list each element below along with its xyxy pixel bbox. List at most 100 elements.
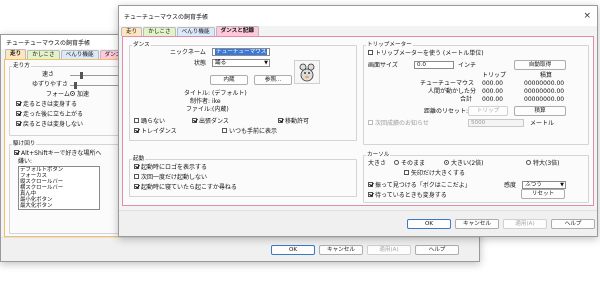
browse-button[interactable]: 参照... <box>254 75 292 85</box>
form-radio-accel-label: 加速 <box>77 91 90 98</box>
running-group: 走り方 速さ ゆずりやすさ フォーム 加速 走るときは変身する 走った後に立ち上… <box>9 63 121 136</box>
standup-check[interactable]: 走った後に立ち上がる <box>16 111 83 118</box>
front-window-title: チューチューマウスの飼育手帳 <box>119 6 597 26</box>
state-label: 状態 <box>194 60 207 67</box>
arrow-only-check[interactable]: 矢印だけ大きくする <box>404 170 465 177</box>
ok-button[interactable]: OK <box>407 219 451 229</box>
back-ok-button[interactable]: OK <box>271 245 315 255</box>
dislike-listbox[interactable]: デフォルトボタン フォーカス 縦スクロールバー 横スクロールバー 真ん中 最小化… <box>18 166 100 210</box>
dance-title-label: タイトル: <box>184 90 211 97</box>
front-tab-strip: 走り かしこさ べんり機能 ダンスと記録 <box>119 26 597 36</box>
size-xlarge-label: 特大(3倍) <box>533 160 560 167</box>
auto-detect-button[interactable]: 自動取得 <box>514 60 566 70</box>
nickname-value: チューチューマウス <box>215 49 268 55</box>
row-sum-trip: 000.00 <box>482 96 503 103</box>
no-dance-check[interactable]: 踊らない <box>134 118 165 125</box>
form-radio-accel[interactable]: 加速 <box>70 91 89 98</box>
running-group-title: 走り方 <box>12 63 31 70</box>
dance-title-value: (デフォルト) <box>212 90 247 97</box>
row-sum-label: 合計 <box>460 96 473 103</box>
tab-utility[interactable]: べんり機能 <box>176 27 215 36</box>
skip-next-check[interactable]: 次回一度だけ起動しない <box>134 174 207 181</box>
no-dance-label: 踊らない <box>141 118 166 125</box>
nickname-input[interactable]: チューチューマウス <box>212 48 270 56</box>
back-tab-smart[interactable]: かしこさ <box>27 50 60 59</box>
tray-dance-check[interactable]: トレイダンス <box>134 128 177 135</box>
run-transform-label: 走るときは変身する <box>23 101 78 108</box>
sensitivity-select[interactable]: ふつう ▼ <box>522 181 566 189</box>
drill-group-title: 駆け回り <box>12 141 37 148</box>
help-button[interactable]: ヘルプ <box>551 219 595 229</box>
reset-trip-button[interactable]: トリップ <box>468 106 508 116</box>
mouse-mascot-icon <box>294 60 320 84</box>
startup-group-title: 起動 <box>132 156 146 163</box>
author-label: 制作者: <box>190 98 211 105</box>
screen-size-input[interactable]: 0.0 <box>414 61 454 69</box>
drill-group: 駆け回り Alt+Shiftキーで好きな場所へ 嫌い: デフォルトボタン フォー… <box>9 141 121 234</box>
wait-transform-label: 待っているときも変身する <box>375 192 447 199</box>
reset-button[interactable]: リセット <box>521 189 565 199</box>
reset-label: 距離のリセット: <box>424 108 469 115</box>
tab-dance-record[interactable]: ダンスと記録 <box>215 26 260 36</box>
speed-slider[interactable] <box>70 72 120 79</box>
dance-group: ダンス ニックネーム チューチューマウス 状態 踊る ▼ 内蔵 参照... タイト… <box>129 42 357 141</box>
wait-transform-check[interactable]: 待っているときも変身する <box>368 192 447 199</box>
startup-group: 起動 起動時にロゴを表示する 次回一度だけ起動しない 起動時に寝ていたら起こすか… <box>129 156 357 197</box>
close-icon[interactable]: × <box>583 11 591 21</box>
size-radio-xlarge[interactable]: 特大(3倍) <box>526 160 560 167</box>
notify-input[interactable]: 5000 <box>468 119 524 127</box>
show-logo-check[interactable]: 起動時にロゴを表示する <box>134 164 207 171</box>
back-help-button[interactable]: ヘルプ <box>415 245 459 255</box>
shake-find-check[interactable]: 振って見つける「ボクはここだよ」 <box>368 182 471 189</box>
back-tab-run[interactable]: 走り <box>5 49 27 59</box>
run-transform-check[interactable]: 走るときは変身する <box>16 101 77 108</box>
allow-move-label: 移動許可 <box>285 118 310 125</box>
remote-dance-check[interactable]: 出張ダンス <box>192 118 229 125</box>
use-tripmeter-check[interactable]: トリップメーターを使う (メートル単位) <box>368 50 484 57</box>
back-cancel-button[interactable]: キャンセル <box>319 245 363 255</box>
return-no-transform-label: 戻るときは変身しない <box>23 121 84 128</box>
screen-unit: インチ <box>458 62 477 69</box>
size-normal-label: そのまま <box>401 160 426 167</box>
size-radio-normal[interactable]: そのまま <box>394 160 425 167</box>
sensitivity-label: 感度 <box>504 182 517 189</box>
row-mouse-total: 00000000.00 <box>524 80 565 87</box>
back-apply-button[interactable]: 適用(A) <box>367 245 411 255</box>
size-radio-large[interactable]: 大きい(2倍) <box>444 160 484 167</box>
apply-button[interactable]: 適用(A) <box>503 219 547 229</box>
always-on-top-check[interactable]: いつも手前に表示 <box>222 128 277 135</box>
cancel-button[interactable]: キャンセル <box>455 219 499 229</box>
tab-run[interactable]: 走り <box>121 27 143 36</box>
wobble-slider[interactable] <box>70 82 120 89</box>
row-mouse-label: チューチューマウス <box>420 80 475 87</box>
ask-wake-label: 起動時に寝ていたら起こすか尋ねる <box>141 184 237 191</box>
nickname-label: ニックネーム <box>170 49 206 56</box>
notify-label: 次回成績のお知らせ <box>375 120 429 127</box>
notify-check[interactable]: 次回成績のお知らせ <box>368 120 429 127</box>
dislike-label: 嫌い: <box>18 158 33 165</box>
row-human-label: 人間が動かした分 <box>428 88 477 95</box>
size-large-label: 大きい(2倍) <box>451 160 484 167</box>
ask-wake-check[interactable]: 起動時に寝ていたら起こすか尋ねる <box>134 184 237 191</box>
back-tab-panel: 走り方 速さ ゆずりやすさ フォーム 加速 走るときは変身する 走った後に立ち上… <box>4 59 126 237</box>
tripmeter-group-title: トリップメーター <box>366 42 413 49</box>
builtin-button[interactable]: 内蔵 <box>210 75 248 85</box>
back-tab-utility[interactable]: べんり機能 <box>60 50 99 59</box>
file-value: (内蔵) <box>212 106 229 113</box>
tab-smart[interactable]: かしこさ <box>143 27 176 36</box>
list-item[interactable]: 最大化ボタン <box>19 203 99 209</box>
tripmeter-group: トリップメーター トリップメーターを使う (メートル単位) 画面サイズ 0.0 … <box>363 42 589 145</box>
chevron-down-icon: ▼ <box>560 182 564 188</box>
tray-dance-label: トレイダンス <box>141 128 177 135</box>
dance-group-title: ダンス <box>132 42 151 49</box>
speed-label: 速さ <box>42 71 55 78</box>
alt-shift-check[interactable]: Alt+Shiftキーで好きな場所へ <box>14 150 101 157</box>
alt-shift-label: Alt+Shiftキーで好きな場所へ <box>21 150 102 157</box>
allow-move-check[interactable]: 移動許可 <box>278 118 309 125</box>
wobble-label: ゆずりやすさ <box>32 81 69 88</box>
return-no-transform-check[interactable]: 戻るときは変身しない <box>16 121 83 128</box>
reset-total-button[interactable]: 積算 <box>514 106 566 116</box>
state-select[interactable]: 踊る ▼ <box>212 59 270 67</box>
use-tripmeter-label: トリップメーターを使う (メートル単位) <box>375 50 484 57</box>
standup-label: 走った後に立ち上がる <box>23 111 84 118</box>
